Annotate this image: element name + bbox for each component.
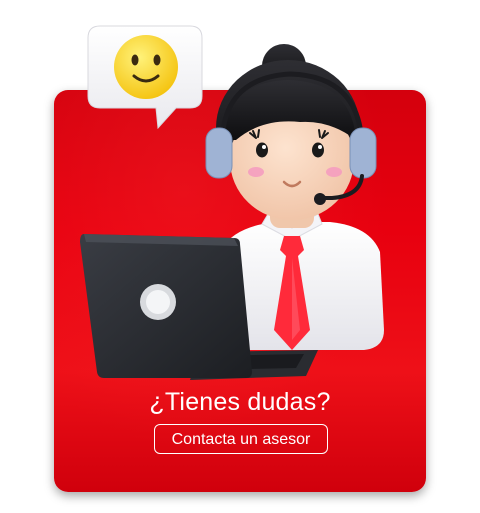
agent-head — [216, 44, 360, 220]
smiley-chat-bubble-icon — [87, 25, 203, 130]
contact-advisor-button[interactable]: Contacta un asesor — [154, 424, 328, 454]
headline: ¿Tienes dudas? — [149, 388, 331, 416]
